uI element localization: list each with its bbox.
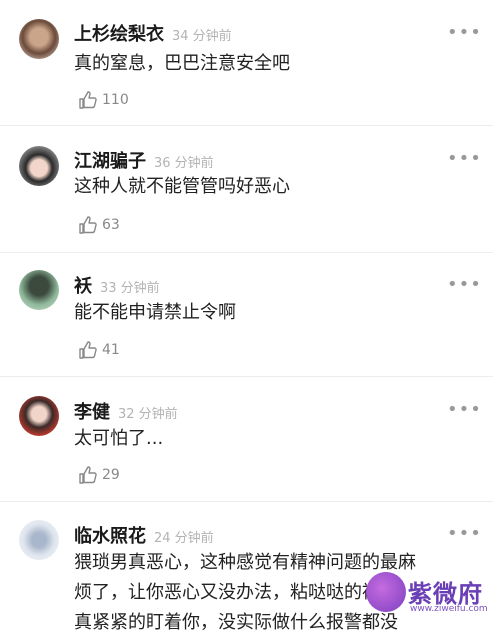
thumb-up-icon bbox=[79, 341, 97, 359]
author-name[interactable]: 袄 bbox=[74, 276, 92, 297]
more-options-icon[interactable]: ••• bbox=[447, 150, 482, 168]
avatar[interactable] bbox=[19, 396, 59, 436]
thumb-up-icon bbox=[79, 466, 97, 484]
comment-author[interactable]: 上杉绘梨衣 34 分钟前 bbox=[74, 20, 232, 46]
comment-time: 34 分钟前 bbox=[172, 29, 232, 44]
like-count: 63 bbox=[102, 217, 120, 233]
comment-item: 袄 33 分钟前 ••• 能不能申请禁止令啊 41 bbox=[0, 253, 493, 377]
comment-text: 真的窒息，巴巴注意安全吧 bbox=[74, 53, 290, 74]
watermark-logo-icon bbox=[366, 572, 406, 612]
more-options-icon[interactable]: ••• bbox=[447, 525, 482, 543]
more-options-icon[interactable]: ••• bbox=[447, 276, 482, 294]
author-name[interactable]: 李健 bbox=[74, 402, 110, 423]
author-name[interactable]: 临水照花 bbox=[74, 526, 146, 547]
comment-item: 江湖骗子 36 分钟前 ••• 这种人就不能管管吗好恶心 63 bbox=[0, 126, 493, 253]
more-options-icon[interactable]: ••• bbox=[447, 401, 482, 419]
author-name[interactable]: 上杉绘梨衣 bbox=[74, 24, 164, 45]
like-button[interactable]: 63 bbox=[78, 214, 120, 236]
comment-time: 24 分钟前 bbox=[154, 531, 214, 546]
thumb-up-icon bbox=[79, 91, 97, 109]
like-count: 41 bbox=[102, 342, 120, 358]
like-button[interactable]: 110 bbox=[78, 89, 129, 111]
avatar[interactable] bbox=[19, 520, 59, 560]
thumb-up-icon bbox=[79, 216, 97, 234]
comment-time: 33 分钟前 bbox=[100, 281, 160, 296]
author-name[interactable]: 江湖骗子 bbox=[74, 151, 146, 172]
like-count: 110 bbox=[102, 92, 129, 108]
watermark: 紫微府 www.ziweifu.com bbox=[336, 566, 493, 624]
comment-time: 36 分钟前 bbox=[154, 156, 214, 171]
avatar[interactable] bbox=[19, 270, 59, 310]
avatar[interactable] bbox=[19, 146, 59, 186]
like-button[interactable]: 41 bbox=[78, 339, 120, 361]
comment-text: 能不能申请禁止令啊 bbox=[74, 302, 236, 323]
avatar[interactable] bbox=[19, 19, 59, 59]
watermark-url: www.ziweifu.com bbox=[410, 604, 488, 614]
comment-author[interactable]: 袄 33 分钟前 bbox=[74, 272, 160, 298]
comment-author[interactable]: 李健 32 分钟前 bbox=[74, 398, 178, 424]
comment-author[interactable]: 江湖骗子 36 分钟前 bbox=[74, 147, 214, 173]
comment-time: 32 分钟前 bbox=[118, 407, 178, 422]
comment-item: 李健 32 分钟前 ••• 太可怕了... 29 bbox=[0, 377, 493, 502]
like-button[interactable]: 29 bbox=[78, 464, 120, 486]
like-count: 29 bbox=[102, 467, 120, 483]
comment-item: 上杉绘梨衣 34 分钟前 ••• 真的窒息，巴巴注意安全吧 110 bbox=[0, 0, 493, 126]
comment-text: 这种人就不能管管吗好恶心 bbox=[74, 176, 290, 197]
comment-author[interactable]: 临水照花 24 分钟前 bbox=[74, 522, 214, 548]
comment-text: 太可怕了... bbox=[74, 428, 164, 449]
more-options-icon[interactable]: ••• bbox=[447, 24, 482, 42]
